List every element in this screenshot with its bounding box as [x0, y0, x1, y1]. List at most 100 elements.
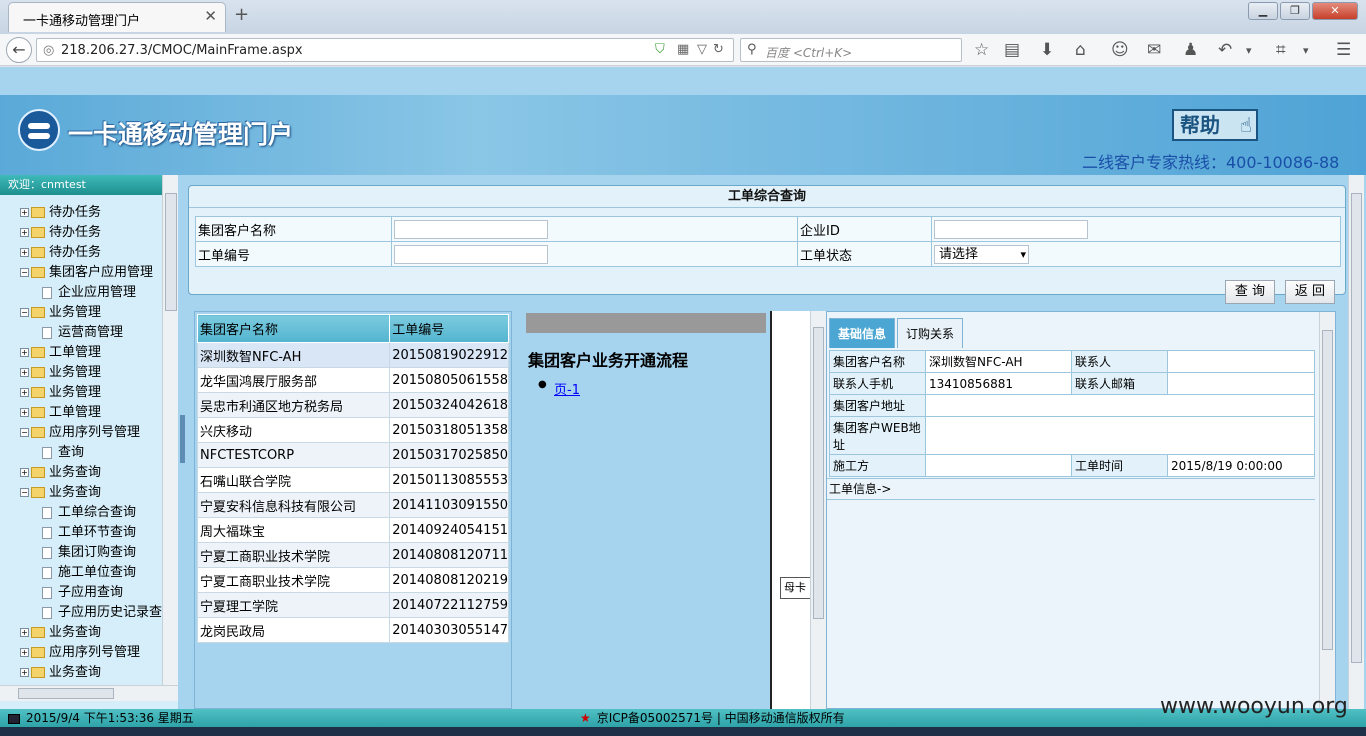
download-icon[interactable]: ⬇: [1040, 40, 1054, 60]
expand-icon[interactable]: +: [20, 628, 29, 637]
collapse-icon[interactable]: −: [20, 308, 29, 317]
sidebar-item[interactable]: + 待办任务: [20, 203, 101, 223]
sidebar-item[interactable]: 施工单位查询: [42, 563, 136, 583]
sidebar-item[interactable]: 工单综合查询: [42, 503, 136, 523]
chat-icon[interactable]: ✉: [1147, 40, 1161, 60]
expand-icon[interactable]: +: [20, 388, 29, 397]
table-row[interactable]: 龙岗民政局 20140303055147: [196, 617, 509, 643]
qr-code-icon[interactable]: ▦: [677, 42, 689, 57]
browser-tab[interactable]: 一卡通移动管理门户 ✕: [8, 2, 226, 32]
undo-dropdown-icon[interactable]: ▾: [1246, 44, 1252, 57]
customer-name-input[interactable]: [394, 219, 548, 239]
order-no-cell: 20140808120219: [389, 567, 509, 593]
search-button[interactable]: 查 询: [1225, 280, 1275, 304]
status-select[interactable]: 请选择: [934, 244, 1029, 264]
new-tab-button[interactable]: +: [234, 4, 249, 25]
sidebar-item[interactable]: + 工单管理: [20, 403, 101, 423]
table-row[interactable]: 宁夏安科信息科技有限公司 20141103091550: [196, 492, 509, 518]
frame-splitter[interactable]: [178, 175, 188, 709]
url-bar[interactable]: ◎ 218.206.27.3/CMOC/MainFrame.aspx ⛉ ▦ ▽…: [36, 38, 734, 62]
sidebar-item[interactable]: + 业务管理: [20, 383, 101, 403]
table-row[interactable]: 宁夏工商职业技术学院 20140808120219: [196, 567, 509, 593]
table-row[interactable]: 吴忠市利通区地方税务局 20150324042618: [196, 392, 509, 418]
sidebar-item[interactable]: − 业务管理: [20, 303, 101, 323]
sidebar-horizontal-scrollbar[interactable]: [0, 685, 178, 701]
user-icon[interactable]: ♟: [1183, 40, 1198, 60]
table-row[interactable]: 石嘴山联合学院 20150113085553: [196, 467, 509, 493]
collapse-icon[interactable]: −: [20, 428, 29, 437]
sidebar-item[interactable]: 运营商管理: [42, 323, 123, 343]
tab-order-relation[interactable]: 订购关系: [897, 318, 963, 348]
sidebar-item[interactable]: + 业务查询: [20, 663, 101, 683]
sidebar-item[interactable]: − 集团客户应用管理: [20, 263, 153, 283]
expand-icon[interactable]: +: [20, 208, 29, 217]
table-row[interactable]: 宁夏理工学院 20140722112759: [196, 592, 509, 618]
dropdown-icon[interactable]: ▽: [697, 42, 707, 57]
reading-list-icon[interactable]: ▤: [1004, 40, 1020, 60]
customer-name-cell: 石嘴山联合学院: [196, 467, 391, 493]
menu-icon[interactable]: ☰: [1336, 40, 1351, 60]
sidebar-vertical-scrollbar[interactable]: [162, 175, 178, 685]
sidebar-item[interactable]: 集团订购查询: [42, 543, 136, 563]
expand-icon[interactable]: +: [20, 408, 29, 417]
order-no-input[interactable]: [394, 244, 548, 264]
close-tab-icon[interactable]: ✕: [204, 7, 217, 25]
sidebar-item[interactable]: + 待办任务: [20, 243, 101, 263]
table-row[interactable]: 深圳数智NFC-AH 20150819022912: [196, 342, 509, 368]
expand-icon[interactable]: +: [20, 668, 29, 677]
tab-basic-info[interactable]: 基础信息: [829, 318, 895, 348]
back-arrow-icon[interactable]: ←: [6, 37, 32, 63]
enterprise-id-input[interactable]: [934, 219, 1088, 239]
expand-icon[interactable]: +: [20, 468, 29, 477]
sidebar-item[interactable]: + 待办任务: [20, 223, 101, 243]
expand-icon[interactable]: +: [20, 348, 29, 357]
collapse-icon[interactable]: −: [20, 488, 29, 497]
table-row[interactable]: 周大福珠宝 20140924054151: [196, 517, 509, 543]
sidebar-item[interactable]: + 工单管理: [20, 343, 101, 363]
flow-frame-scrollbar[interactable]: [810, 311, 826, 709]
expand-icon[interactable]: +: [20, 228, 29, 237]
sidebar-item[interactable]: 查询: [42, 443, 84, 463]
help-button[interactable]: 帮助 ☝: [1172, 109, 1258, 141]
main-vertical-scrollbar[interactable]: [1348, 175, 1364, 709]
close-window-icon[interactable]: ✕: [1312, 2, 1358, 20]
emoji-icon[interactable]: ☺: [1111, 40, 1129, 60]
column-header[interactable]: 工单编号: [389, 314, 509, 343]
sidebar-item[interactable]: + 应用序列号管理: [20, 643, 140, 663]
order-no-cell: 20141103091550: [389, 492, 509, 518]
sidebar-item[interactable]: 子应用历史记录查: [42, 603, 162, 623]
crop-dropdown-icon[interactable]: ▾: [1303, 44, 1309, 57]
sidebar-item[interactable]: 企业应用管理: [42, 283, 136, 303]
back-button[interactable]: 返 回: [1285, 280, 1335, 304]
search-box[interactable]: ⚲ 百度 <Ctrl+K>: [740, 38, 962, 62]
home-icon[interactable]: ⌂: [1075, 40, 1086, 60]
column-header[interactable]: 集团客户名称: [196, 314, 391, 343]
collapse-icon[interactable]: −: [20, 268, 29, 277]
crop-icon[interactable]: ⌗: [1276, 40, 1286, 60]
minimize-icon[interactable]: ▁: [1248, 2, 1278, 20]
flow-page-link[interactable]: 页-1: [538, 379, 580, 398]
undo-icon[interactable]: ↶: [1218, 40, 1232, 60]
detail-panel: 基础信息 订购关系 集团客户名称 深圳数智NFC-AH 联系人 联系人手机 13…: [826, 311, 1336, 709]
sidebar-item[interactable]: + 业务管理: [20, 363, 101, 383]
table-row[interactable]: 兴庆移动 20150318051358: [196, 417, 509, 443]
sidebar-item[interactable]: − 应用序列号管理: [20, 423, 140, 443]
table-row[interactable]: 龙华国鸿展厅服务部 20150805061558: [196, 367, 509, 393]
bookmark-star-icon[interactable]: ☆: [974, 40, 989, 60]
table-row[interactable]: NFCTESTCORP 20150317025850: [196, 442, 509, 468]
sidebar-item[interactable]: + 业务查询: [20, 623, 101, 643]
expand-icon[interactable]: +: [20, 368, 29, 377]
sidebar-item[interactable]: 工单环节查询: [42, 523, 136, 543]
shield-icon[interactable]: ⛉: [655, 42, 665, 57]
expand-icon[interactable]: +: [20, 648, 29, 657]
restore-icon[interactable]: ❐: [1280, 2, 1310, 20]
order-info-link[interactable]: 工单信息->: [827, 478, 1315, 500]
expand-icon[interactable]: +: [20, 248, 29, 257]
table-row[interactable]: 宁夏工商职业技术学院 20140808120711: [196, 542, 509, 568]
sidebar-item[interactable]: + 业务查询: [20, 463, 101, 483]
sidebar-item[interactable]: − 业务查询: [20, 483, 101, 503]
detail-scrollbar[interactable]: [1319, 312, 1335, 708]
flow-node[interactable]: 母卡: [780, 577, 812, 599]
sidebar-item[interactable]: 子应用查询: [42, 583, 123, 603]
reload-icon[interactable]: ↻: [713, 42, 724, 57]
